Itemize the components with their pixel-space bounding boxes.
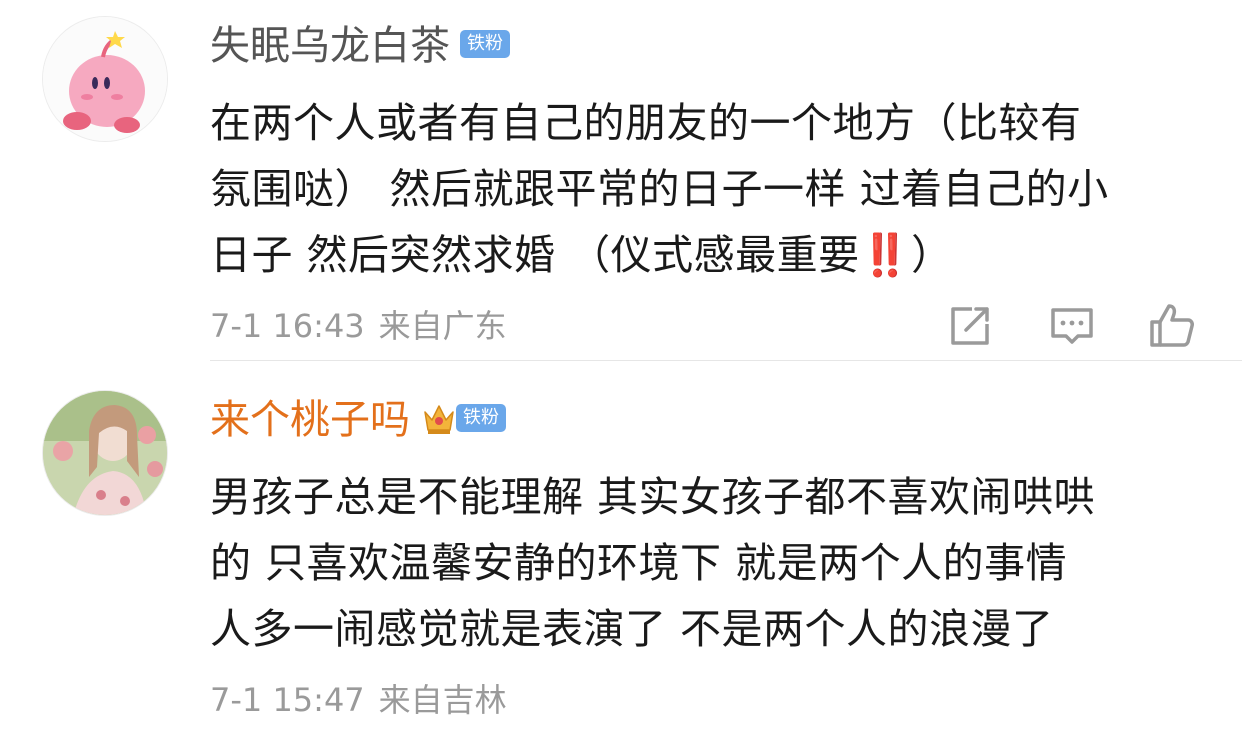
username-text[interactable]: 失眠乌龙白茶: [210, 23, 450, 69]
timestamp: 7-1 15:47: [210, 681, 365, 719]
comment-icon[interactable]: [1046, 300, 1098, 352]
avatar-photo-image: [43, 391, 167, 515]
username[interactable]: 来个桃子吗 铁粉: [210, 396, 506, 444]
comment-text-tail: ）: [911, 231, 953, 279]
fan-badge[interactable]: 铁粉: [456, 404, 506, 432]
comment-item: 来个桃子吗 铁粉 男孩子总是不能理解 其实女孩子都不喜欢闹哄哄 的 只喜欢温馨安…: [0, 362, 1242, 739]
comment-actions: [0, 300, 1242, 352]
comment-meta: 7-1 15:47 来自吉林: [210, 680, 507, 720]
username[interactable]: 失眠乌龙白茶 铁粉: [210, 22, 510, 70]
divider: [210, 360, 1242, 361]
crown-icon: [424, 405, 454, 434]
like-icon[interactable]: [1146, 300, 1198, 352]
avatar-kirby-image: [43, 17, 167, 141]
avatar[interactable]: [42, 390, 168, 516]
fan-badge[interactable]: 铁粉: [460, 30, 510, 58]
comment-text-main: 在两个人或者有自己的朋友的一个地方（比较有 氛围哒） 然后就跟平常的日子一样 过…: [210, 99, 1109, 279]
location: 来自吉林: [378, 681, 507, 719]
avatar[interactable]: [42, 16, 168, 142]
comment-item: 失眠乌龙白茶 铁粉 在两个人或者有自己的朋友的一个地方（比较有 氛围哒） 然后就跟…: [0, 0, 1242, 361]
comment-text: 男孩子总是不能理解 其实女孩子都不喜欢闹哄哄 的 只喜欢温馨安静的环境下 就是两…: [210, 473, 1096, 653]
username-text[interactable]: 来个桃子吗: [210, 397, 410, 443]
double-exclamation-emoji: ‼️: [859, 231, 912, 279]
share-icon[interactable]: [944, 300, 996, 352]
comment-text: 在两个人或者有自己的朋友的一个地方（比较有 氛围哒） 然后就跟平常的日子一样 过…: [210, 90, 1210, 288]
